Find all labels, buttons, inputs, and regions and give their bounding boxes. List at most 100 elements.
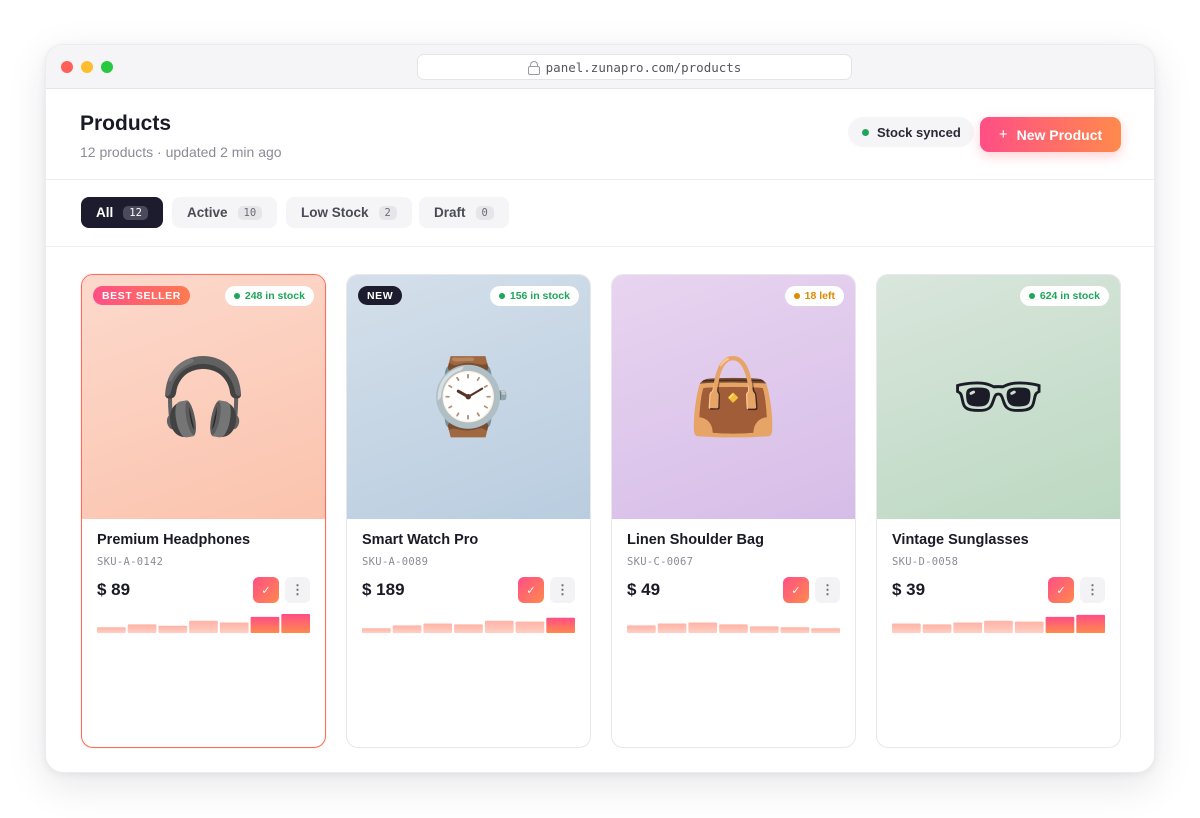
more-vertical-icon: ⋮	[1086, 582, 1099, 597]
sales-trend-bar	[1076, 614, 1105, 633]
stock-badge: 156 in stock	[489, 286, 579, 306]
sales-trend-bar	[719, 624, 748, 633]
new-product-button[interactable]: + New Product	[980, 117, 1121, 152]
product-card[interactable]: 🕶 624 in stock Vintage Sunglasses SKU-D-005…	[876, 274, 1121, 748]
close-window-button[interactable]	[61, 61, 73, 73]
product-details: Linen Shoulder Bag SKU-C-0067 $ 49 ✓ ⋮	[612, 519, 855, 747]
sales-trend-bar	[484, 620, 514, 633]
more-options-button[interactable]: ⋮	[550, 577, 575, 603]
product-details: Smart Watch Pro SKU-A-0089 $ 189 ✓ ⋮	[347, 519, 590, 747]
stock-label: 624 in stock	[1039, 290, 1100, 302]
product-name: Vintage Sunglasses	[892, 532, 1029, 548]
check-icon: ✓	[1056, 584, 1066, 597]
tab-active[interactable]: Active 10	[172, 197, 278, 228]
more-options-button[interactable]: ⋮	[1080, 577, 1105, 603]
check-icon: ✓	[261, 584, 271, 597]
page-header: Products 12 products · updated 2 min ago…	[46, 89, 1154, 180]
product-image[interactable]: 🎧 BEST SELLER 248 in stock	[82, 275, 325, 519]
sunglasses-icon: 🕶	[951, 354, 1046, 440]
sales-trend-bar	[688, 622, 718, 633]
sales-trend-bar	[811, 628, 840, 633]
sync-status-badge: Stock synced	[848, 117, 974, 147]
sales-trend-chart	[362, 617, 575, 633]
tab-all[interactable]: All 12	[81, 197, 163, 228]
stock-badge: 18 left	[784, 286, 844, 306]
stock-label: 156 in stock	[509, 290, 570, 302]
product-badge: NEW	[358, 286, 403, 305]
sales-trend-bar	[158, 625, 188, 633]
sales-trend-bar	[127, 624, 157, 633]
sales-trend-bar	[515, 621, 545, 633]
more-vertical-icon: ⋮	[556, 582, 569, 597]
sales-trend-chart	[627, 622, 840, 633]
sales-trend-bar	[780, 627, 810, 633]
tab-draft[interactable]: Draft 0	[419, 197, 509, 228]
sales-trend-bar	[1014, 621, 1044, 633]
more-options-button[interactable]: ⋮	[285, 577, 310, 603]
product-price: $ 189	[362, 580, 405, 599]
product-name: Premium Headphones	[97, 532, 251, 548]
more-options-button[interactable]: ⋮	[815, 577, 840, 603]
sales-trend-chart	[892, 614, 1105, 633]
handbag-icon: 👜	[687, 354, 780, 440]
stock-badge: 624 in stock	[1019, 286, 1109, 306]
product-name: Linen Shoulder Bag	[627, 532, 764, 548]
select-product-button[interactable]: ✓	[518, 577, 544, 603]
sales-trend-chart	[97, 614, 310, 633]
select-product-button[interactable]: ✓	[1048, 577, 1074, 603]
filter-tabs: All 12 Active 10 Low Stock 2 Draft 0	[46, 180, 1154, 247]
lock-icon	[527, 61, 540, 75]
product-image[interactable]: ⌚ NEW 156 in stock	[347, 275, 590, 519]
sales-trend-bar	[892, 623, 921, 633]
product-price: $ 49	[627, 580, 661, 599]
sales-trend-bar	[250, 616, 280, 633]
stock-dot-icon	[793, 293, 800, 299]
tab-low-stock[interactable]: Low Stock 2	[286, 197, 412, 228]
tab-label: Draft	[434, 205, 466, 220]
stock-label: 18 left	[804, 290, 835, 302]
tab-count-badge: 0	[475, 205, 494, 220]
sales-trend-bar	[984, 620, 1013, 633]
product-sku: SKU-C-0067	[627, 556, 694, 568]
select-product-button[interactable]: ✓	[253, 577, 279, 603]
product-sku: SKU-A-0142	[97, 556, 164, 568]
product-card[interactable]: 🎧 BEST SELLER 248 in stock Premium Headphon…	[81, 274, 326, 748]
sales-trend-bar	[1045, 616, 1075, 633]
sync-status-label: Stock synced	[877, 124, 961, 140]
sales-trend-bar	[953, 622, 983, 633]
product-name: Smart Watch Pro	[362, 532, 479, 548]
sales-trend-bar	[627, 625, 656, 633]
sales-trend-bar	[392, 625, 422, 633]
stock-label: 248 in stock	[244, 290, 305, 302]
minimize-window-button[interactable]	[81, 61, 93, 73]
new-product-label: New Product	[1016, 126, 1103, 143]
sales-trend-bar	[97, 627, 126, 633]
tab-count-badge: 2	[378, 205, 397, 220]
stock-dot-icon	[233, 293, 240, 299]
stock-dot-icon	[1028, 293, 1035, 299]
plus-icon: +	[998, 126, 1008, 143]
tab-count-badge: 12	[123, 205, 148, 220]
product-card[interactable]: 👜 18 left Linen Shoulder Bag SKU-C-0067 $ 49…	[611, 274, 856, 748]
product-sku: SKU-A-0089	[362, 556, 429, 568]
sales-trend-bar	[362, 628, 391, 633]
product-card[interactable]: ⌚ NEW 156 in stock Smart Watch Pro SKU-A-008…	[346, 274, 591, 748]
maximize-window-button[interactable]	[101, 61, 113, 73]
product-price: $ 39	[892, 580, 926, 599]
tab-count-badge: 10	[237, 205, 263, 220]
sales-trend-bar	[423, 623, 453, 633]
product-sku: SKU-D-0058	[892, 556, 959, 568]
sales-trend-bar	[546, 617, 575, 633]
sales-trend-bar	[281, 614, 310, 633]
sales-trend-bar	[454, 624, 483, 633]
product-details: Premium Headphones SKU-A-0142 $ 89 ✓ ⋮	[82, 519, 325, 747]
headphones-icon: 🎧	[157, 354, 250, 440]
product-image[interactable]: 🕶 624 in stock	[877, 275, 1120, 519]
address-bar[interactable]: panel.zunapro.com/products	[417, 54, 852, 80]
select-product-button[interactable]: ✓	[783, 577, 809, 603]
check-icon: ✓	[526, 584, 536, 597]
product-badge: BEST SELLER	[93, 286, 190, 305]
sales-trend-bar	[219, 622, 249, 633]
sales-trend-bar	[922, 624, 952, 633]
product-image[interactable]: 👜 18 left	[612, 275, 855, 519]
